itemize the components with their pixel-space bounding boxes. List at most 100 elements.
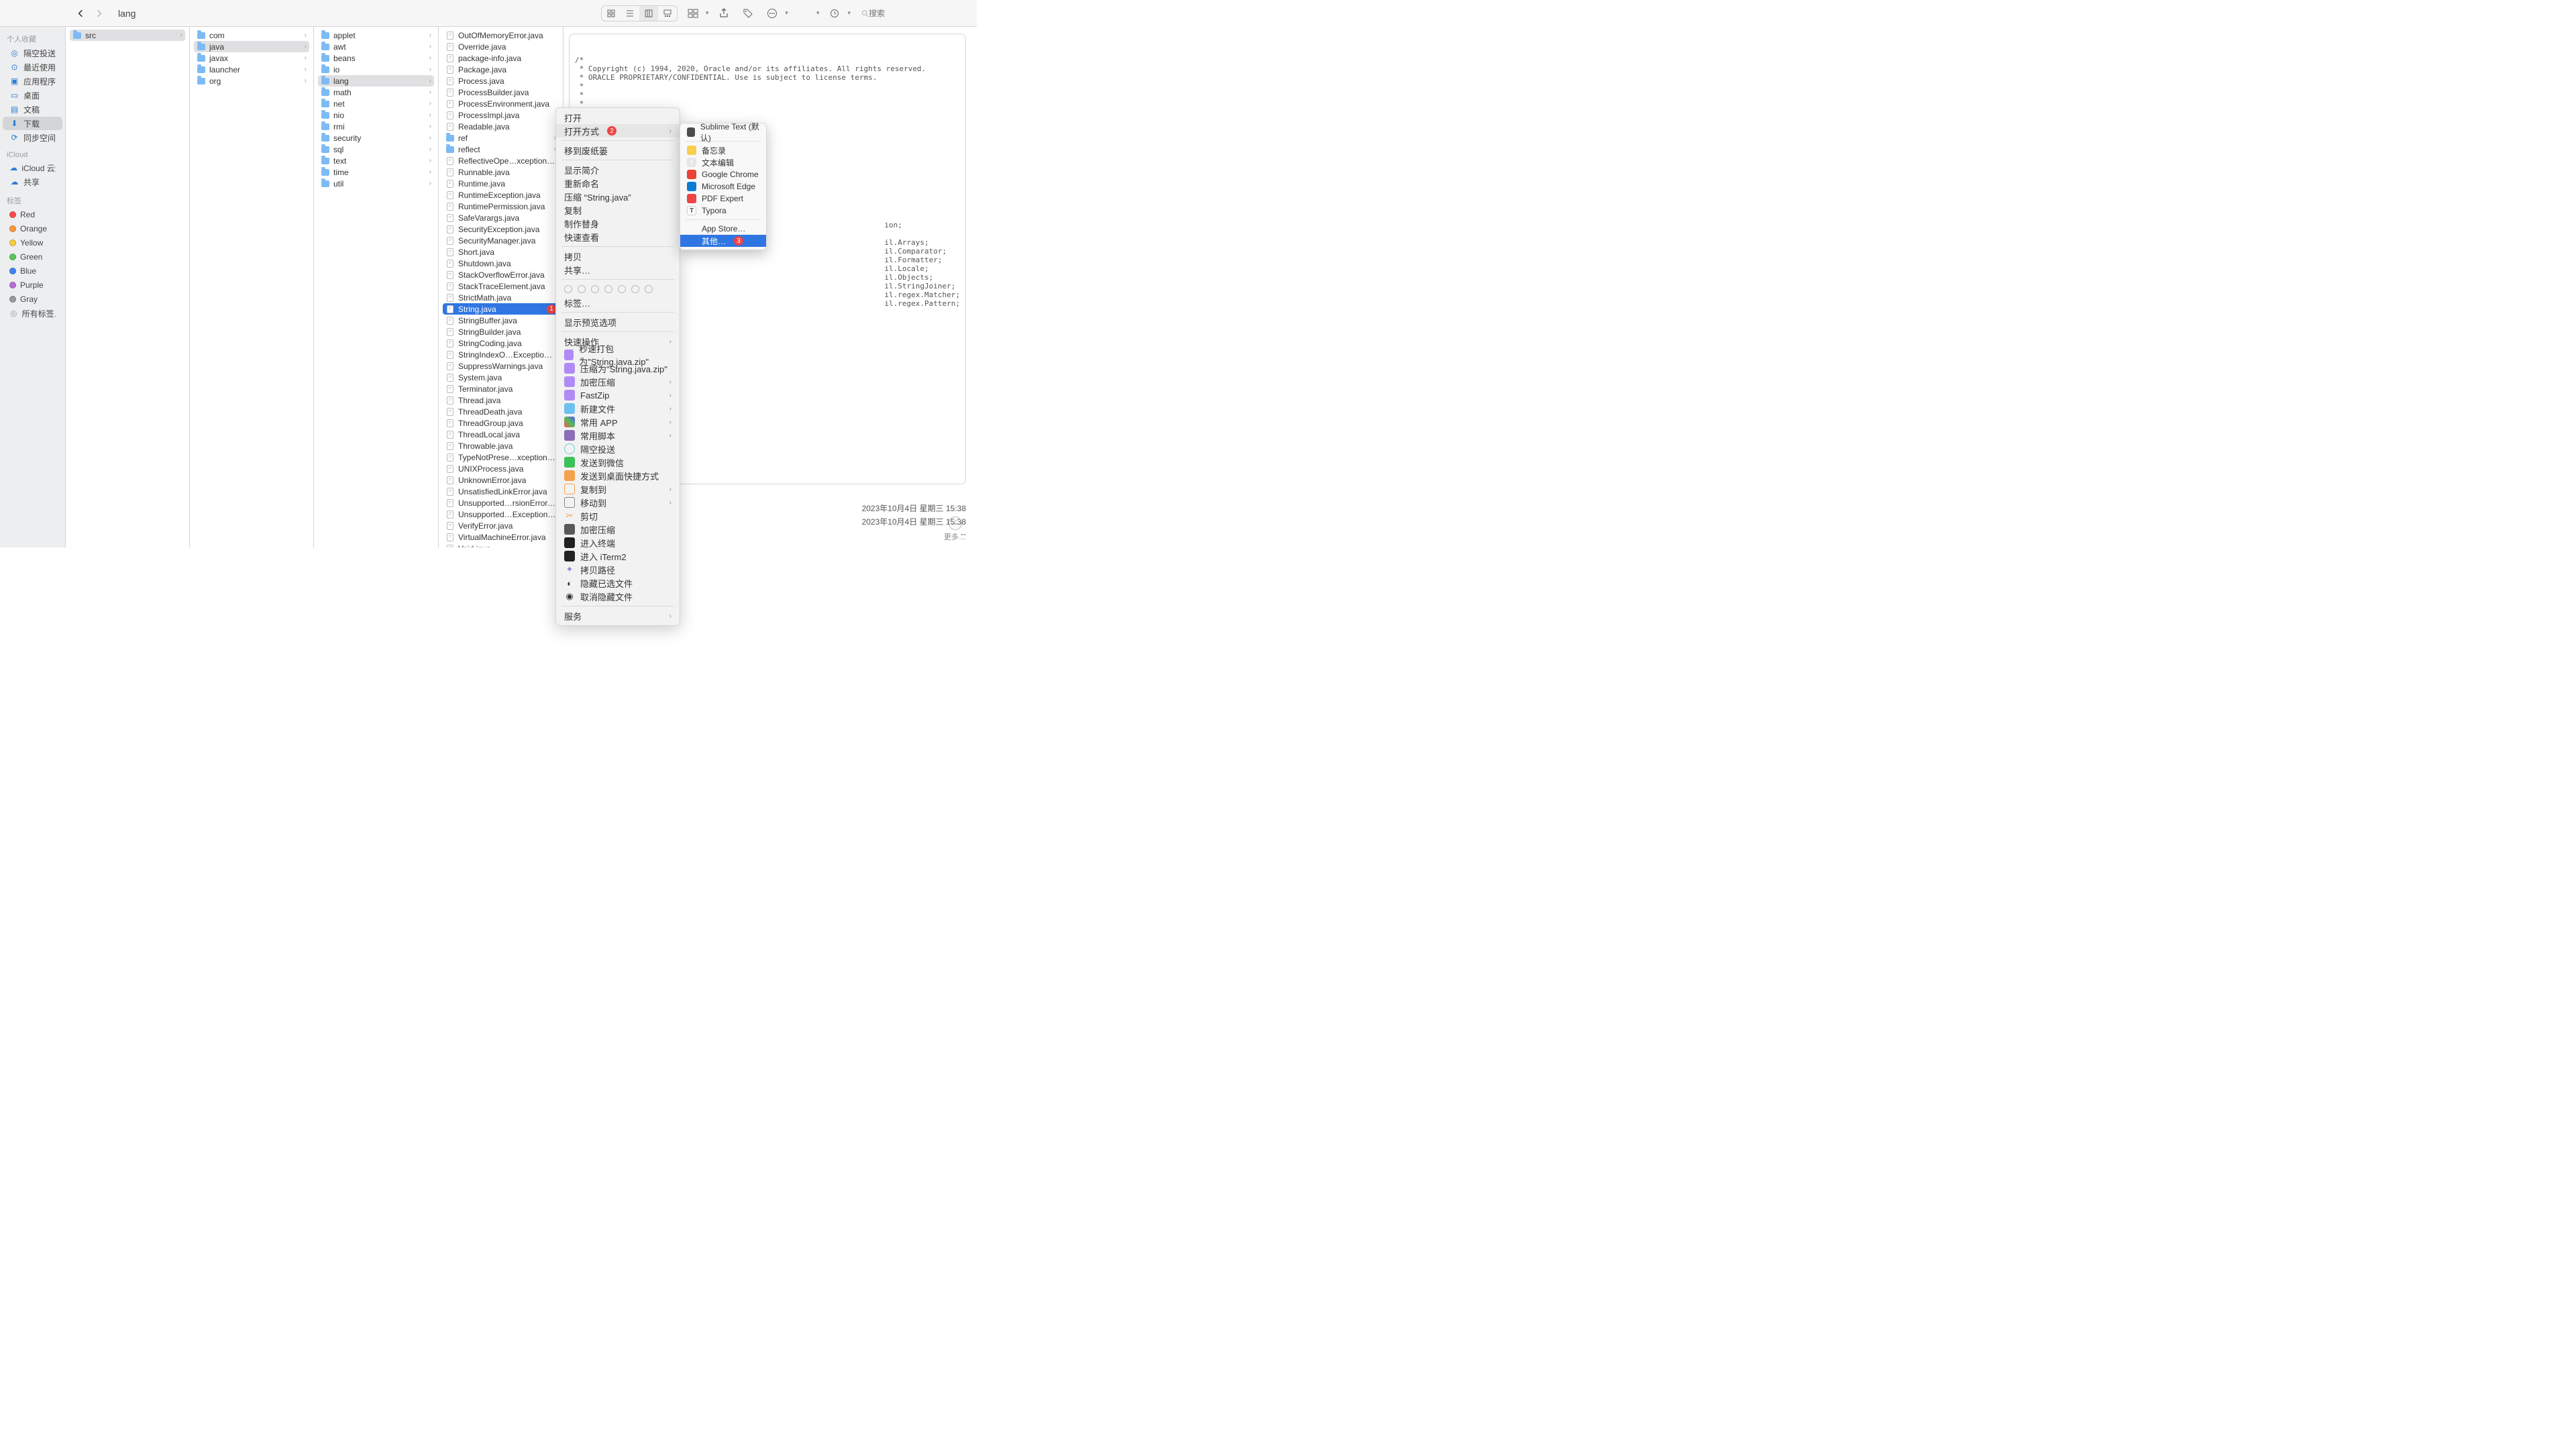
file-row[interactable]: SecurityException.java — [443, 223, 559, 235]
action-button[interactable] — [763, 5, 781, 21]
cm-open-with[interactable]: 打开方式2› — [556, 124, 680, 138]
file-row[interactable]: ProcessEnvironment.java — [443, 98, 559, 109]
file-row[interactable]: SuppressWarnings.java — [443, 360, 559, 372]
file-row[interactable]: time› — [318, 166, 434, 178]
cm-copy[interactable]: 拷贝 — [556, 250, 680, 263]
file-row[interactable]: math› — [318, 87, 434, 98]
file-row[interactable]: Runnable.java — [443, 166, 559, 178]
submenu-item[interactable]: TTypora — [680, 205, 766, 217]
file-row[interactable]: io› — [318, 64, 434, 75]
cm-common-app[interactable]: 常用 APP› — [556, 415, 680, 429]
sidebar-tag[interactable]: Purple — [3, 278, 62, 292]
file-row[interactable]: rmi› — [318, 121, 434, 132]
sidebar-item[interactable]: ☁共享 — [3, 175, 62, 189]
more-button[interactable]: ⋯ 更多… — [944, 517, 966, 542]
file-row[interactable]: com› — [194, 30, 309, 41]
cm-open[interactable]: 打开 — [556, 111, 680, 124]
file-row[interactable]: Runtime.java — [443, 178, 559, 189]
extra-button[interactable] — [826, 5, 843, 21]
submenu-item[interactable]: 备忘录 — [680, 144, 766, 156]
cm-wechat[interactable]: 发送到微信 — [556, 455, 680, 469]
file-row[interactable]: VerifyError.java — [443, 520, 559, 531]
cm-copypath[interactable]: ✦拷贝路径 — [556, 563, 680, 576]
sidebar-item[interactable]: ☁iCloud 云盘 — [3, 161, 62, 174]
file-row[interactable]: ThreadLocal.java — [443, 429, 559, 440]
tag-circle[interactable] — [591, 285, 599, 293]
file-row[interactable]: javax› — [194, 52, 309, 64]
file-row[interactable]: Shutdown.java — [443, 258, 559, 269]
cm-rename[interactable]: 重新命名 — [556, 176, 680, 190]
cm-terminal[interactable]: 进入终端 — [556, 536, 680, 549]
file-row[interactable]: StackTraceElement.java — [443, 280, 559, 292]
file-row[interactable]: Readable.java — [443, 121, 559, 132]
file-row[interactable]: nio› — [318, 109, 434, 121]
cm-alias[interactable]: 制作替身 — [556, 217, 680, 230]
file-row[interactable]: Thread.java — [443, 394, 559, 406]
file-row[interactable]: java› — [194, 41, 309, 52]
cm-quicklook[interactable]: 快速查看 — [556, 230, 680, 244]
tag-circle[interactable] — [645, 285, 653, 293]
file-row[interactable]: Package.java — [443, 64, 559, 75]
cm-encrypt[interactable]: 加密压缩› — [556, 375, 680, 388]
file-row[interactable]: org› — [194, 75, 309, 87]
cm-unhide[interactable]: ◉取消隐藏文件 — [556, 590, 680, 603]
cm-fastzip[interactable]: FastZip› — [556, 388, 680, 402]
file-row[interactable]: sql› — [318, 144, 434, 155]
share-button[interactable] — [715, 5, 733, 21]
file-row[interactable]: UnknownError.java — [443, 474, 559, 486]
search-input[interactable] — [869, 9, 967, 18]
file-row[interactable]: util› — [318, 178, 434, 189]
file-row[interactable]: Short.java — [443, 246, 559, 258]
file-row[interactable]: StringBuilder.java — [443, 326, 559, 337]
submenu-item[interactable]: PDF Expert — [680, 193, 766, 205]
cm-encrypt2[interactable]: 加密压缩 — [556, 523, 680, 536]
file-row[interactable]: launcher› — [194, 64, 309, 75]
file-row[interactable]: StringCoding.java — [443, 337, 559, 349]
file-row[interactable]: net› — [318, 98, 434, 109]
tag-circle[interactable] — [578, 285, 586, 293]
file-row[interactable]: Process.java — [443, 75, 559, 87]
cm-desktop-shortcut[interactable]: 发送到桌面快捷方式 — [556, 469, 680, 482]
sidebar-tag[interactable]: Green — [3, 250, 62, 264]
cm-compress[interactable]: 压缩 “String.java” — [556, 190, 680, 203]
file-row[interactable]: beans› — [318, 52, 434, 64]
file-row[interactable]: Unsupported…Exception.java — [443, 508, 559, 520]
file-row[interactable]: OutOfMemoryError.java — [443, 30, 559, 41]
cm-share[interactable]: 共享… — [556, 263, 680, 276]
cm-iterm[interactable]: 进入 iTerm2 — [556, 549, 680, 563]
sidebar-item[interactable]: ⟳同步空间 — [3, 131, 62, 144]
sidebar-tag[interactable]: Blue — [3, 264, 62, 278]
file-row[interactable]: UnsatisfiedLinkError.java — [443, 486, 559, 497]
file-row[interactable]: ReflectiveOpe…xception.java — [443, 155, 559, 166]
cm-tags[interactable]: 标签… — [556, 296, 680, 309]
file-row[interactable]: ProcessBuilder.java — [443, 87, 559, 98]
sidebar-tag[interactable]: Yellow — [3, 236, 62, 250]
tag-circle[interactable] — [631, 285, 639, 293]
file-row[interactable]: String.java1 — [443, 303, 559, 315]
view-list-button[interactable] — [621, 6, 639, 21]
sidebar-tag[interactable]: Red — [3, 208, 62, 221]
file-row[interactable]: Terminator.java — [443, 383, 559, 394]
file-row[interactable]: ref› — [443, 132, 559, 144]
submenu-item[interactable]: App Store… — [680, 223, 766, 235]
file-row[interactable]: VirtualMachineError.java — [443, 531, 559, 543]
file-row[interactable]: ThreadGroup.java — [443, 417, 559, 429]
cm-zip1[interactable]: 秒速打包为"String.java.zip" — [556, 348, 680, 362]
sidebar-tag[interactable]: ◎所有标签… — [3, 307, 62, 320]
tag-circle[interactable] — [564, 285, 572, 293]
column-4[interactable]: OutOfMemoryError.javaOverride.javapackag… — [439, 27, 564, 547]
group-button[interactable] — [684, 5, 702, 21]
sidebar-item[interactable]: ◎隔空投送 — [3, 46, 62, 60]
view-icon-button[interactable] — [602, 6, 621, 21]
tag-circle[interactable] — [618, 285, 626, 293]
cm-airdrop[interactable]: 隔空投送 — [556, 442, 680, 455]
cm-tag-circles[interactable] — [556, 282, 680, 296]
submenu-item[interactable]: Sublime Text (默认) — [680, 126, 766, 138]
file-row[interactable]: Void.java — [443, 543, 559, 547]
file-row[interactable]: SafeVarargs.java — [443, 212, 559, 223]
back-button[interactable] — [72, 5, 89, 21]
file-row[interactable]: StackOverflowError.java — [443, 269, 559, 280]
sidebar-item[interactable]: ▤文稿 — [3, 103, 62, 116]
file-row[interactable]: StringIndexO…Exception.java — [443, 349, 559, 360]
file-row[interactable]: StrictMath.java — [443, 292, 559, 303]
